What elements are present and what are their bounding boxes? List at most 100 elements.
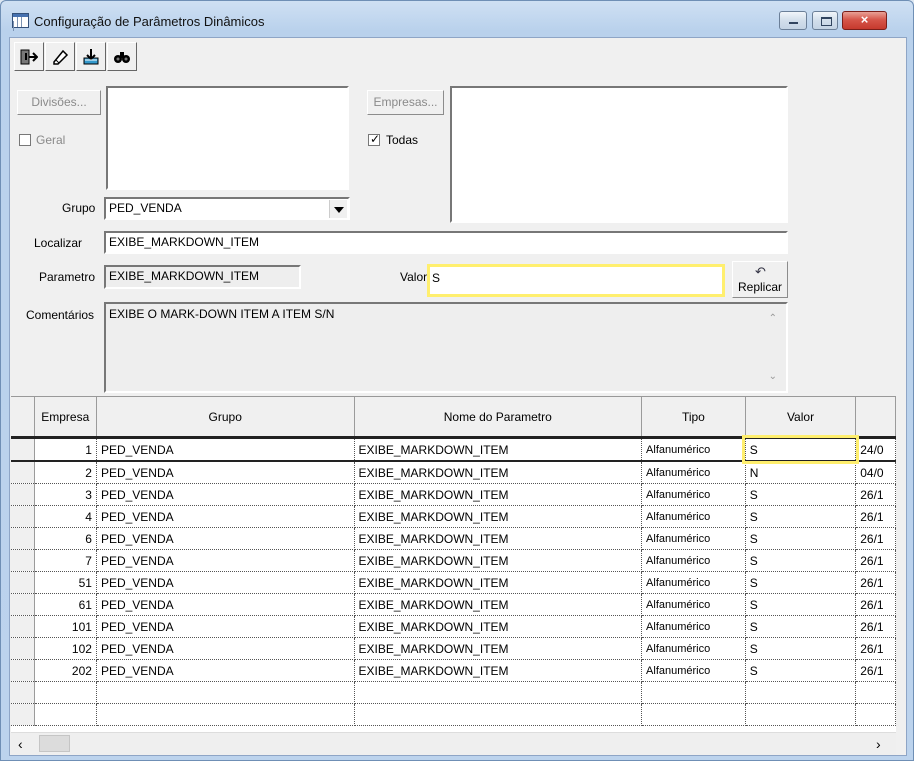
- cell-valor[interactable]: S: [745, 571, 857, 594]
- row-selector[interactable]: [11, 505, 35, 528]
- table-row[interactable]: 102 PED_VENDA EXIBE_MARKDOWN_ITEM Alfanumér…: [11, 637, 896, 660]
- cell-parametro[interactable]: EXIBE_MARKDOWN_ITEM: [354, 436, 643, 462]
- cell-grupo[interactable]: PED_VENDA: [96, 593, 355, 616]
- cell-extra[interactable]: 26/1: [855, 593, 896, 616]
- cell-extra[interactable]: 26/1: [855, 549, 896, 572]
- cell-empresa[interactable]: 102: [34, 637, 97, 660]
- cell-empresa[interactable]: 51: [34, 571, 97, 594]
- cell-empresa[interactable]: 3: [34, 483, 97, 506]
- cell-parametro[interactable]: EXIBE_MARKDOWN_ITEM: [354, 483, 643, 506]
- cell-empresa[interactable]: 2: [34, 461, 97, 484]
- scroll-down-icon[interactable]: ⌄: [769, 371, 777, 382]
- empty-cell[interactable]: [96, 703, 355, 726]
- cell-extra[interactable]: 26/1: [855, 659, 896, 682]
- cell-extra[interactable]: 26/1: [855, 527, 896, 550]
- cell-valor[interactable]: S: [745, 527, 857, 550]
- cell-extra[interactable]: 26/1: [855, 571, 896, 594]
- cell-valor[interactable]: S: [745, 505, 857, 528]
- table-row[interactable]: 51 PED_VENDA EXIBE_MARKDOWN_ITEM Alfanuméri…: [11, 571, 896, 594]
- cell-empresa[interactable]: 1: [34, 436, 97, 462]
- empty-table-row[interactable]: [11, 681, 896, 704]
- empty-table-row[interactable]: [11, 703, 896, 726]
- cell-parametro[interactable]: EXIBE_MARKDOWN_ITEM: [354, 659, 643, 682]
- row-selector[interactable]: [11, 436, 35, 462]
- cell-grupo[interactable]: PED_VENDA: [96, 637, 355, 660]
- cell-valor[interactable]: S: [745, 549, 857, 572]
- table-row[interactable]: 101 PED_VENDA EXIBE_MARKDOWN_ITEM Alfanumér…: [11, 615, 896, 638]
- row-selector[interactable]: [11, 659, 35, 682]
- cell-valor[interactable]: S: [745, 593, 857, 616]
- row-selector[interactable]: [11, 461, 35, 484]
- empty-cell[interactable]: [96, 681, 355, 704]
- table-row[interactable]: 7 PED_VENDA EXIBE_MARKDOWN_ITEM Alfanuméric…: [11, 549, 896, 572]
- column-header-empresa[interactable]: Empresa: [34, 397, 97, 438]
- table-row[interactable]: 4 PED_VENDA EXIBE_MARKDOWN_ITEM Alfanuméric…: [11, 505, 896, 528]
- cell-extra[interactable]: 26/1: [855, 505, 896, 528]
- cell-empresa[interactable]: 61: [34, 593, 97, 616]
- cell-valor[interactable]: S: [745, 483, 857, 506]
- replicar-button[interactable]: ↶ Replicar: [732, 261, 788, 298]
- empty-cell[interactable]: [354, 681, 643, 704]
- column-header-grupo[interactable]: Grupo: [96, 397, 355, 438]
- cell-parametro[interactable]: EXIBE_MARKDOWN_ITEM: [354, 461, 643, 484]
- row-selector[interactable]: [11, 681, 35, 704]
- divisoes-button[interactable]: Divisões...: [17, 90, 101, 115]
- chevron-down-icon[interactable]: [329, 200, 347, 218]
- table-row[interactable]: 3 PED_VENDA EXIBE_MARKDOWN_ITEM Alfanuméric…: [11, 483, 896, 506]
- cell-tipo[interactable]: Alfanumérico: [641, 637, 746, 660]
- empresas-list[interactable]: [450, 86, 788, 223]
- row-selector[interactable]: [11, 549, 35, 572]
- cell-extra[interactable]: 26/1: [855, 483, 896, 506]
- cell-empresa[interactable]: 4: [34, 505, 97, 528]
- row-selector[interactable]: [11, 527, 35, 550]
- cell-empresa[interactable]: 7: [34, 549, 97, 572]
- cell-tipo[interactable]: Alfanumérico: [641, 593, 746, 616]
- cell-grupo[interactable]: PED_VENDA: [96, 527, 355, 550]
- cell-grupo[interactable]: PED_VENDA: [96, 436, 355, 462]
- row-selector[interactable]: [11, 615, 35, 638]
- cell-grupo[interactable]: PED_VENDA: [96, 483, 355, 506]
- cell-extra[interactable]: 26/1: [855, 637, 896, 660]
- scrollbar-thumb[interactable]: [39, 735, 70, 752]
- column-header-extra[interactable]: [855, 397, 896, 438]
- cell-parametro[interactable]: EXIBE_MARKDOWN_ITEM: [354, 505, 643, 528]
- cell-valor[interactable]: S: [745, 637, 857, 660]
- cell-valor[interactable]: S: [745, 615, 857, 638]
- chevron-left-icon[interactable]: ‹: [18, 736, 23, 752]
- cell-grupo[interactable]: PED_VENDA: [96, 571, 355, 594]
- title-bar[interactable]: Configuração de Parâmetros Dinâmicos ×: [1, 1, 913, 37]
- empty-cell[interactable]: [641, 681, 746, 704]
- cell-parametro[interactable]: EXIBE_MARKDOWN_ITEM: [354, 549, 643, 572]
- row-selector[interactable]: [11, 571, 35, 594]
- column-header-valor[interactable]: Valor: [745, 397, 857, 438]
- exit-button[interactable]: [14, 42, 44, 71]
- column-header-nome-parametro[interactable]: Nome do Parametro: [354, 397, 643, 438]
- table-row[interactable]: 61 PED_VENDA EXIBE_MARKDOWN_ITEM Alfanuméri…: [11, 593, 896, 616]
- cell-grupo[interactable]: PED_VENDA: [96, 659, 355, 682]
- empty-cell[interactable]: [855, 703, 896, 726]
- localizar-input[interactable]: EXIBE_MARKDOWN_ITEM: [104, 231, 788, 254]
- table-row[interactable]: 202 PED_VENDA EXIBE_MARKDOWN_ITEM Alfanumér…: [11, 659, 896, 682]
- cell-extra[interactable]: 24/0: [855, 436, 896, 462]
- cell-grupo[interactable]: PED_VENDA: [96, 461, 355, 484]
- empty-cell[interactable]: [34, 681, 97, 704]
- cell-parametro[interactable]: EXIBE_MARKDOWN_ITEM: [354, 637, 643, 660]
- cell-valor[interactable]: S: [742, 434, 859, 464]
- cell-valor[interactable]: S: [745, 659, 857, 682]
- clear-button[interactable]: [45, 42, 75, 71]
- column-header-tipo[interactable]: Tipo: [641, 397, 746, 438]
- todas-checkbox[interactable]: ✓: [368, 132, 380, 146]
- valor-input[interactable]: S: [427, 264, 725, 297]
- cell-parametro[interactable]: EXIBE_MARKDOWN_ITEM: [354, 527, 643, 550]
- close-button[interactable]: ×: [842, 11, 887, 30]
- row-selector[interactable]: [11, 637, 35, 660]
- cell-parametro[interactable]: EXIBE_MARKDOWN_ITEM: [354, 593, 643, 616]
- row-selector[interactable]: [11, 593, 35, 616]
- cell-tipo[interactable]: Alfanumérico: [641, 659, 746, 682]
- cell-tipo[interactable]: Alfanumérico: [641, 549, 746, 572]
- cell-tipo[interactable]: Alfanumérico: [641, 527, 746, 550]
- geral-checkbox[interactable]: [19, 134, 31, 146]
- cell-tipo[interactable]: Alfanumérico: [641, 483, 746, 506]
- parameters-grid[interactable]: Empresa Grupo Nome do Parametro Tipo Val…: [11, 396, 896, 733]
- cell-empresa[interactable]: 6: [34, 527, 97, 550]
